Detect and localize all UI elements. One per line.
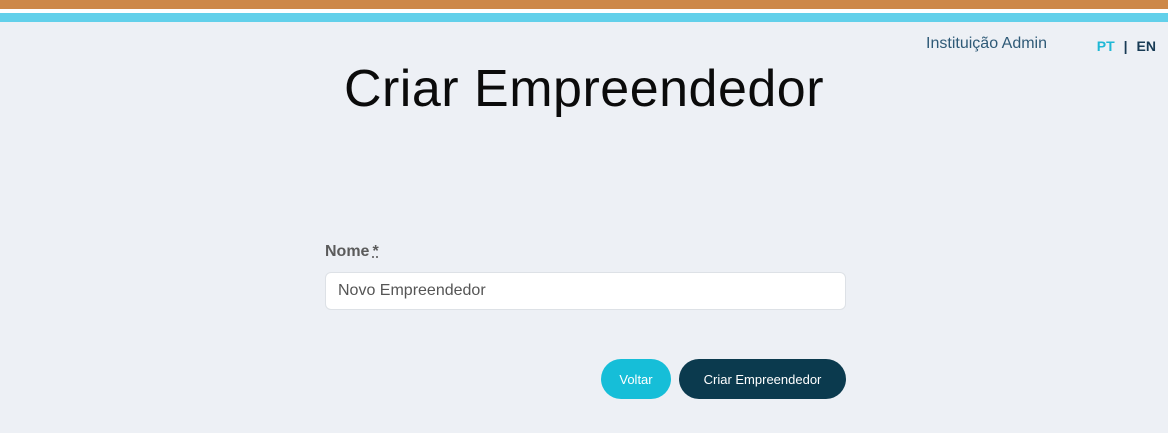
- header-stripe-orange: [0, 0, 1168, 9]
- create-entrepreneur-form: Nome *: [325, 243, 846, 310]
- page-title: Criar Empreendedor: [343, 60, 825, 118]
- language-pt-link[interactable]: PT: [1097, 38, 1115, 54]
- create-entrepreneur-button[interactable]: Criar Empreendedor: [679, 359, 846, 399]
- user-account-link[interactable]: Instituição Admin: [926, 35, 1047, 53]
- language-switcher: PT | EN: [1097, 38, 1156, 54]
- name-label-text: Nome: [325, 243, 370, 260]
- back-button[interactable]: Voltar: [601, 359, 671, 399]
- header-stripe-blue: [0, 13, 1168, 22]
- name-input[interactable]: [325, 272, 846, 310]
- name-field-label: Nome *: [325, 243, 846, 261]
- required-marker: *: [372, 243, 379, 260]
- language-separator: |: [1123, 38, 1128, 54]
- form-actions: Voltar Criar Empreendedor: [601, 359, 846, 399]
- language-en-link[interactable]: EN: [1137, 38, 1156, 54]
